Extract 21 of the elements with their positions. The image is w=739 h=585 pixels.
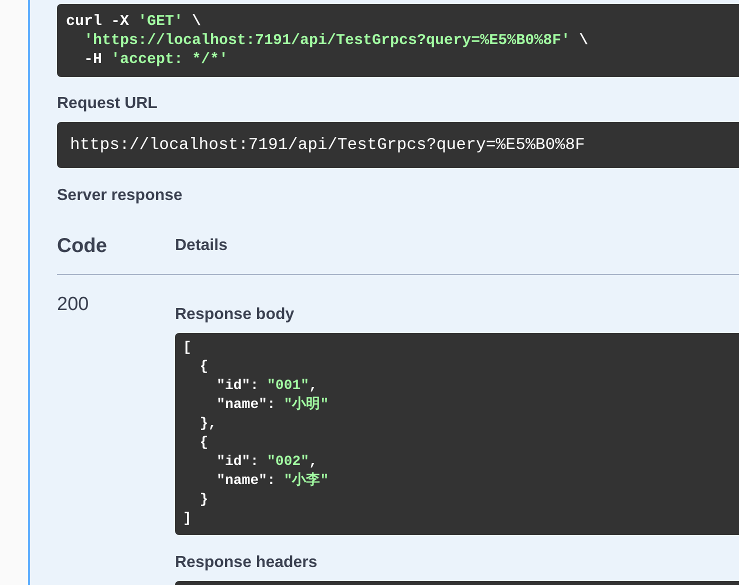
code-line: "name": "小李" — [216, 472, 329, 491]
code-line: [ — [183, 339, 192, 358]
code-line: { — [198, 434, 208, 453]
code-line: "name": "小明" — [216, 396, 329, 415]
code-line: } — [198, 491, 208, 510]
section-label: Request URL — [57, 94, 158, 114]
request-url: https://localhost:7191/api/TestGrpcs?query=%E5%B0%8F — [70, 134, 585, 156]
code-line: "id": "002", — [216, 453, 318, 472]
column-header: Code — [57, 234, 108, 259]
code-line: 'https://localhost:7191/api/TestGrpcs?query=%E5%B0%8F' \ — [83, 31, 588, 50]
code-line: -H 'accept: */*' — [83, 50, 228, 69]
section-label: Response body — [175, 305, 294, 325]
code-line: }, — [198, 415, 217, 434]
section-label: Server response — [57, 186, 182, 206]
code-line: "id": "001", — [216, 377, 318, 396]
code-line: { — [198, 358, 208, 377]
code-line: curl -X 'GET' \ — [66, 12, 202, 31]
code-line: ] — [183, 510, 192, 529]
status-code: 200 — [57, 293, 90, 317]
column-header: Details — [175, 236, 228, 256]
section-label: Response headers — [175, 553, 318, 573]
